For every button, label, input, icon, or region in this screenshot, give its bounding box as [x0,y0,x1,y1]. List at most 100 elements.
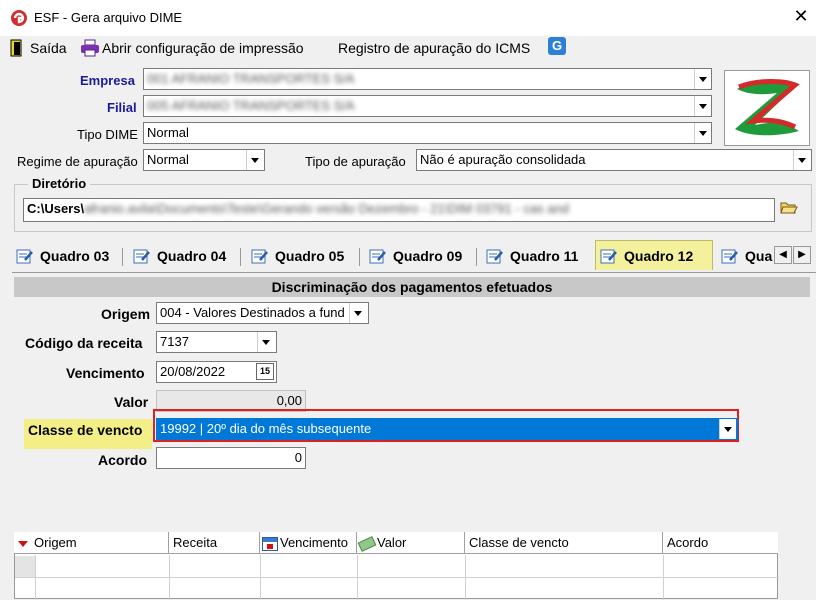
print-config-button[interactable]: Abrir configuração de impressão [102,40,304,56]
icms-icon[interactable]: G [548,37,566,55]
tipo-apuracao-value: Não é apuração consolidada [420,152,586,167]
tab-label: Quadro 05 [275,248,345,264]
tab-label: Quadro 04 [157,248,227,264]
icms-register-button[interactable]: Registro de apuração do ICMS [338,40,530,56]
calendar-icon[interactable]: 15 [256,363,274,380]
empresa-value: 001 AFRANIO TRANSPORTES S/A [147,71,355,86]
tab-quadro-05[interactable]: Quadro 05 [247,243,348,269]
chevron-down-icon [724,426,732,432]
diretorio-input[interactable]: C:\Users\afranio.avila\Documents\Teste\G… [23,198,775,222]
vencimento-label: Vencimento [66,365,145,381]
filial-select[interactable]: 005 AFRANIO TRANSPORTES S/A [143,95,712,117]
edit-form-icon [369,248,387,264]
edit-form-icon [600,248,618,264]
regime-label: Regime de apuração [17,154,138,169]
grid-col-valor[interactable]: Valor [357,532,465,554]
origem-dropdown-button[interactable] [349,303,366,323]
grid-col-divider [260,555,261,600]
chevron-down-icon [354,310,362,316]
exit-button[interactable]: Saída [30,40,67,56]
grid-col-divider [663,555,664,600]
grid-row-indicator [15,556,35,577]
grid-col-origem[interactable]: Origem [14,532,169,554]
tab-quadro-11[interactable]: Quadro 11 [482,243,582,269]
tab-label: Quadro 11 [510,248,579,264]
origem-value: 004 - Valores Destinados a fund [160,305,345,320]
acordo-input[interactable]: 0 [156,447,306,469]
tab-separator [240,248,241,266]
grid-col-divider [357,555,358,600]
edit-form-icon [133,248,151,264]
tab-quadro-09[interactable]: Quadro 09 [365,243,466,269]
grid-header-label: Acordo [667,535,709,550]
tab-label: Qua [745,248,773,264]
sort-desc-icon [18,540,28,547]
acordo-value: 0 [294,450,302,465]
grid-col-divider [169,555,170,600]
app-logo-icon [10,9,28,27]
window-title: ESF - Gera arquivo DIME [34,10,183,25]
edit-form-icon [16,248,34,264]
tab-separator [476,248,477,266]
diretorio-prefix: C:\Users\ [27,201,85,216]
folder-open-icon[interactable] [780,200,798,216]
tab-separator [122,248,123,266]
tab-separator [359,248,360,266]
grid-col-acordo[interactable]: Acordo [663,532,778,554]
tab-label: Quadro 09 [393,248,463,264]
close-button[interactable]: ✕ [790,6,812,27]
grid-header-label: Classe de vencto [469,535,569,550]
valor-value: 0,00 [276,393,302,408]
tipo-dime-select[interactable]: Normal [143,122,712,144]
tipo-dime-label: Tipo DIME [77,127,138,142]
chevron-down-icon [798,157,806,163]
grid-row-divider [15,577,779,578]
calendar-icon [262,536,278,551]
empresa-dropdown-button[interactable] [694,69,711,89]
chevron-down-icon [251,157,259,163]
grid-col-vencimento[interactable]: Vencimento [260,532,357,554]
tab-scroll-right-button[interactable]: ▶ [793,246,811,264]
tipo-apuracao-dropdown-button[interactable] [793,150,810,170]
grid-header-label: Vencimento [280,535,348,550]
classe-label: Classe de vencto [24,419,152,449]
filial-label: Filial [107,100,137,115]
valor-label: Valor [114,394,149,410]
edit-form-icon [486,248,504,264]
origem-select[interactable]: 004 - Valores Destinados a fund [156,302,369,324]
printer-icon[interactable] [80,39,100,57]
regime-dropdown-button[interactable] [246,150,263,170]
edit-form-icon [251,248,269,264]
filial-dropdown-button[interactable] [694,96,711,116]
tab-quadro-03[interactable]: Quadro 03 [12,243,113,269]
codigo-label: Código da receita [25,335,143,351]
tab-label: Quadro 03 [40,248,110,264]
tab-quadro-04[interactable]: Quadro 04 [129,243,230,269]
tab-quadro-next[interactable]: Qua [717,243,773,269]
chevron-down-icon [699,103,707,109]
tab-strip: Quadro 03 Quadro 04 Quadro 05 Quadro 09 … [12,240,816,270]
empresa-select[interactable]: 001 AFRANIO TRANSPORTES S/A [143,68,712,90]
codigo-value: 7137 [160,334,189,349]
grid-col-classe[interactable]: Classe de vencto [465,532,663,554]
empresa-label: Empresa [80,73,135,88]
grid-header: Origem Receita Vencimento Valor Classe d… [14,532,778,554]
acordo-label: Acordo [98,452,147,468]
tipo-dime-value: Normal [147,125,189,140]
filial-value: 005 AFRANIO TRANSPORTES S/A [147,98,355,113]
tab-quadro-12[interactable]: Quadro 12 [595,240,713,270]
tab-scroll-left-button[interactable]: ◀ [774,246,792,264]
regime-value: Normal [147,152,189,167]
tab-label: Quadro 12 [624,247,694,264]
vencimento-value: 20/08/2022 [160,364,226,379]
grid-col-receita[interactable]: Receita [169,532,260,554]
chevron-down-icon [699,76,707,82]
grid-header-label: Origem [34,535,77,550]
codigo-dropdown-button[interactable] [257,332,274,352]
classe-dropdown-button[interactable] [719,419,736,439]
exit-icon[interactable] [10,39,24,57]
tipo-apuracao-select[interactable]: Não é apuração consolidada [416,149,812,171]
grid-header-label: Receita [173,535,218,550]
tipo-dime-dropdown-button[interactable] [694,123,711,143]
classe-select[interactable]: 19992 | 20º dia do mês subsequente [156,418,738,440]
